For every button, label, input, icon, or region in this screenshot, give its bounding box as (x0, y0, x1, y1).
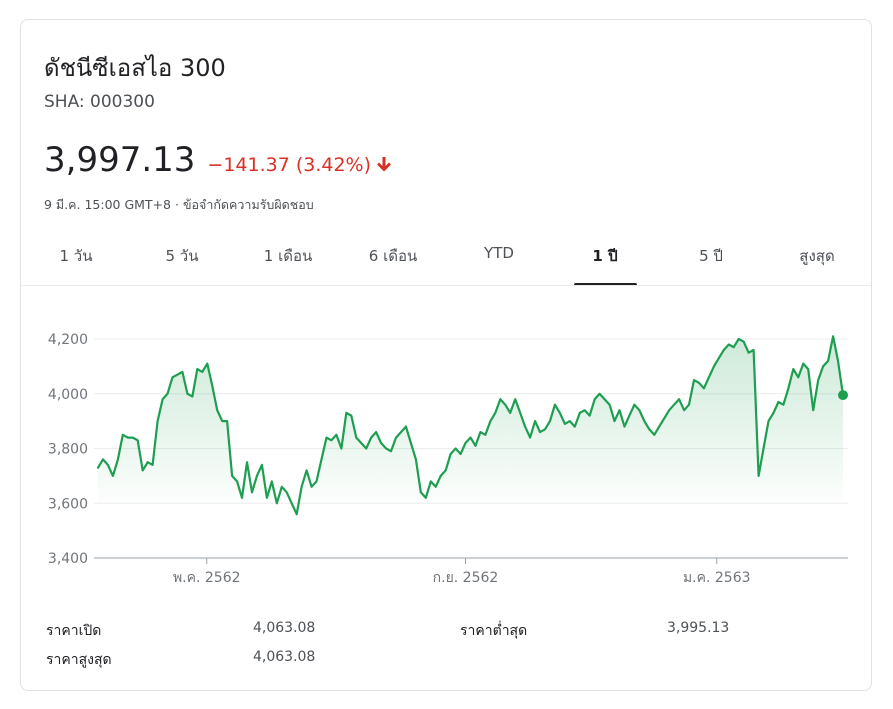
high-label: ราคาสูงสุด (46, 652, 112, 668)
open-value: 4,063.08 (253, 620, 316, 636)
disclaimer-link[interactable]: ข้อจำกัดความรับผิดชอบ (183, 197, 314, 212)
open-label: ราคาเปิด (46, 623, 102, 639)
ticker-symbol: SHA: 000300 (44, 92, 155, 112)
low-label: ราคาต่ำสุด (460, 623, 528, 639)
tab-6-month[interactable]: 6 เดือน (369, 244, 417, 268)
timestamp: 9 มี.ค. 15:00 GMT+8 (44, 197, 171, 212)
tabs-divider (21, 285, 871, 286)
price-meta: 9 มี.ค. 15:00 GMT+8 · ข้อจำกัดความรับผิดชอ… (44, 195, 314, 215)
tab-ytd[interactable]: YTD (484, 244, 514, 262)
tab-1-day[interactable]: 1 วัน (60, 244, 93, 268)
stock-card: ดัชนีซีเอสไอ 300 SHA: 000300 3,997.13 −1… (20, 19, 872, 691)
current-price: 3,997.13 (44, 140, 196, 180)
index-title: ดัชนีซีเอสไอ 300 (44, 54, 226, 82)
price-row: 3,997.13 −141.37 (3.42%) (44, 140, 391, 180)
tab-1-month[interactable]: 1 เดือน (264, 244, 312, 268)
meta-separator: · (174, 197, 179, 212)
tab-5-day[interactable]: 5 วัน (166, 244, 199, 268)
tab-max[interactable]: สูงสุด (799, 244, 834, 268)
tab-5-year[interactable]: 5 ปี (699, 244, 723, 268)
price-change-percent: (3.42%) (295, 154, 371, 176)
price-change: −141.37 (207, 154, 290, 176)
high-value: 4,063.08 (253, 649, 316, 665)
range-tabs: 1 วัน 5 วัน 1 เดือน 6 เดือน YTD 1 ปี 5 ป… (21, 236, 871, 286)
arrow-down-icon (377, 157, 391, 173)
low-value: 3,995.13 (667, 620, 730, 636)
tab-1-year[interactable]: 1 ปี (592, 244, 617, 268)
